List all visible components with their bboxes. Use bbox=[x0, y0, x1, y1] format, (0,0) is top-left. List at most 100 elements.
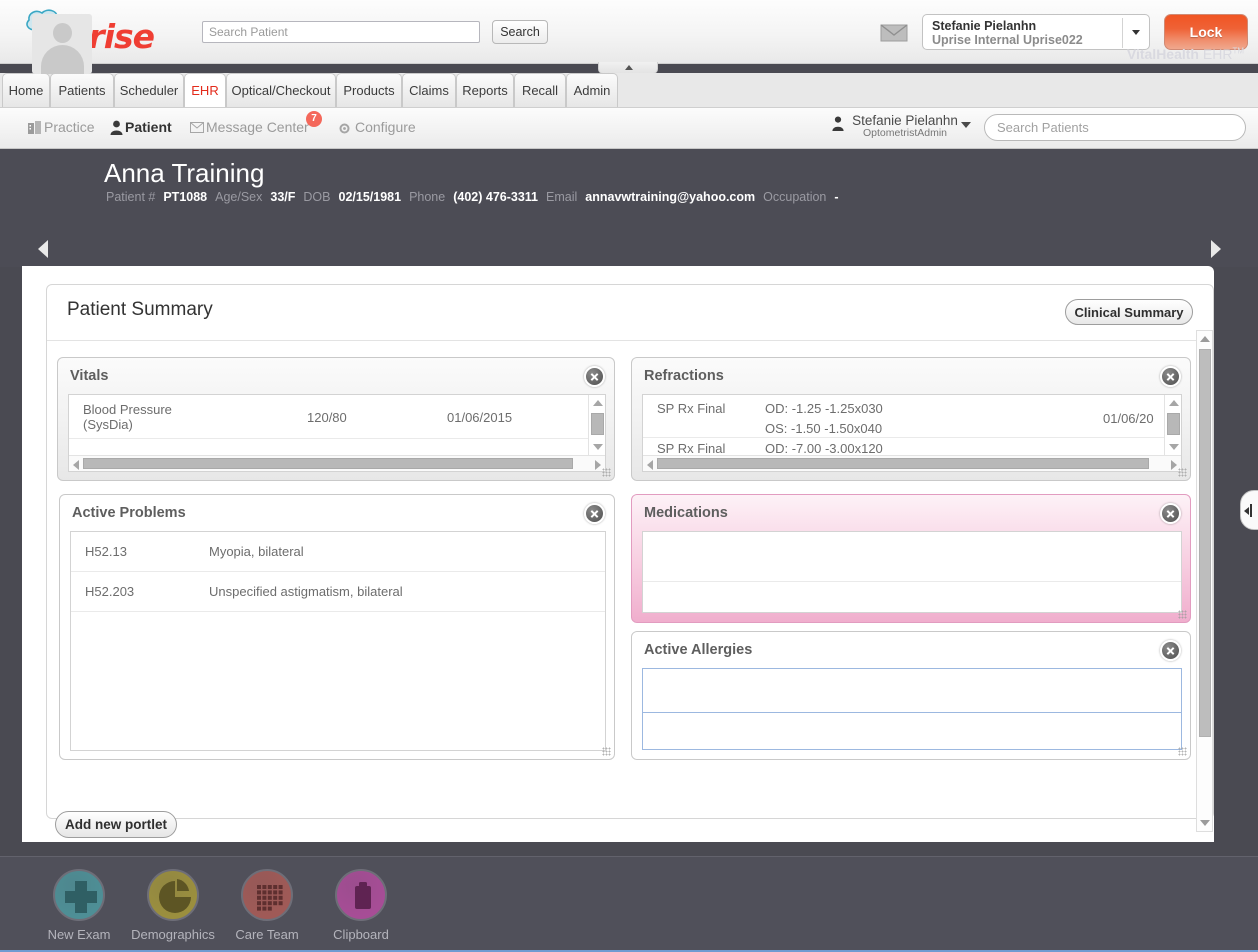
main-nav-tab-home[interactable]: Home bbox=[2, 73, 50, 107]
arrow-right-icon[interactable] bbox=[1211, 240, 1221, 258]
main-nav-tab-recall[interactable]: Recall bbox=[514, 73, 566, 107]
avatar-head bbox=[53, 23, 72, 43]
resize-handle[interactable] bbox=[1178, 610, 1187, 619]
patient-field-label: Age/Sex bbox=[215, 190, 262, 204]
resize-handle[interactable] bbox=[602, 747, 611, 756]
vitalhealth-branding: VitalHealth EHRTM bbox=[1127, 46, 1244, 62]
scroll-up-icon[interactable] bbox=[593, 400, 603, 406]
clinical-summary-button[interactable]: Clinical Summary bbox=[1065, 299, 1193, 325]
current-user-role: OptometristAdmin bbox=[830, 127, 980, 139]
panel-vertical-scrollbar[interactable] bbox=[1196, 330, 1213, 832]
scroll-left-icon[interactable] bbox=[647, 460, 653, 470]
close-icon[interactable] bbox=[1160, 503, 1181, 524]
collapse-bar bbox=[1250, 504, 1252, 517]
footer-toolbar: New ExamDemographicsCare TeamClipboard bbox=[0, 856, 1258, 952]
portlet-title: Medications bbox=[644, 505, 728, 521]
arrow-left-icon[interactable] bbox=[38, 240, 48, 258]
close-icon[interactable] bbox=[1160, 640, 1181, 661]
main-nav-tab-scheduler[interactable]: Scheduler bbox=[114, 73, 184, 107]
trademark-mark: TM bbox=[1232, 46, 1244, 55]
table-row[interactable] bbox=[643, 669, 1181, 713]
problem-code: H52.13 bbox=[85, 544, 127, 559]
scroll-right-icon[interactable] bbox=[1171, 460, 1177, 470]
portlet-body: H52.13 Myopia, bilateral H52.203 Unspeci… bbox=[70, 531, 606, 751]
user-name: Stefanie Pielanhn bbox=[932, 19, 1036, 33]
subnav-item-configure[interactable]: Configure bbox=[355, 119, 416, 135]
main-nav-tab-reports[interactable]: Reports bbox=[456, 73, 514, 107]
refraction-od: OD: -1.25 -1.25x030 bbox=[765, 401, 883, 416]
scroll-thumb[interactable] bbox=[657, 458, 1149, 469]
grid-people-icon bbox=[241, 869, 293, 921]
table-row[interactable]: SP Rx Final OD: -1.25 -1.25x030 OS: -1.5… bbox=[643, 395, 1181, 438]
current-user[interactable]: Stefanie Pielanhn OptometristAdmin bbox=[830, 113, 980, 139]
patient-field-value: 33/F bbox=[270, 190, 295, 204]
gear-icon bbox=[338, 122, 351, 135]
resize-handle[interactable] bbox=[602, 468, 611, 477]
footer-item-label: Clipboard bbox=[306, 927, 416, 942]
portlet-body bbox=[642, 668, 1182, 750]
person-icon bbox=[110, 120, 123, 135]
collapse-left-icon[interactable] bbox=[1240, 490, 1258, 530]
table-row[interactable] bbox=[643, 582, 1181, 612]
portlet-body: Blood Pressure (SysDia) 120/80 01/06/201… bbox=[68, 394, 606, 472]
search-patients-input[interactable] bbox=[984, 114, 1246, 141]
problem-description: Myopia, bilateral bbox=[209, 544, 304, 559]
subnav-item-patient[interactable]: Patient bbox=[125, 119, 172, 135]
scroll-up-icon[interactable] bbox=[1169, 400, 1179, 406]
table-row[interactable]: H52.203 Unspecified astigmatism, bilater… bbox=[71, 572, 605, 612]
patient-field-value: annavwtraining@yahoo.com bbox=[585, 190, 755, 204]
close-icon[interactable] bbox=[584, 503, 605, 524]
close-icon[interactable] bbox=[1160, 366, 1181, 387]
portlet-title: Active Problems bbox=[72, 505, 186, 521]
table-row[interactable] bbox=[643, 713, 1181, 749]
main-nav-tab-admin[interactable]: Admin bbox=[566, 73, 618, 107]
user-account-select[interactable]: Stefanie Pielanhn Uprise Internal Uprise… bbox=[922, 14, 1150, 50]
table-row[interactable]: Blood Pressure (SysDia) 120/80 01/06/201… bbox=[69, 395, 605, 439]
patient-field-value: 02/15/1981 bbox=[339, 190, 402, 204]
scroll-thumb[interactable] bbox=[1199, 349, 1211, 737]
horizontal-scrollbar[interactable] bbox=[69, 455, 605, 471]
footer-item-clipboard[interactable]: Clipboard bbox=[306, 869, 416, 942]
close-icon[interactable] bbox=[584, 366, 605, 387]
portlet-active-problems: Active Problems H52.13 Myopia, bilateral… bbox=[59, 494, 615, 760]
chevron-down-icon[interactable] bbox=[961, 122, 971, 128]
scroll-down-icon[interactable] bbox=[593, 444, 603, 450]
arrow-left-icon bbox=[1244, 507, 1249, 515]
clipboard-icon bbox=[335, 869, 387, 921]
main-nav-tab-optical-checkout[interactable]: Optical/Checkout bbox=[226, 73, 336, 107]
main-nav: HomePatientsSchedulerEHROptical/Checkout… bbox=[0, 73, 1258, 108]
scroll-thumb[interactable] bbox=[1167, 413, 1180, 435]
horizontal-scrollbar[interactable] bbox=[643, 455, 1181, 471]
scroll-left-icon[interactable] bbox=[73, 460, 79, 470]
scroll-up-icon[interactable] bbox=[1200, 336, 1210, 342]
chevron-up-icon bbox=[625, 65, 633, 70]
scroll-down-icon[interactable] bbox=[1200, 820, 1210, 826]
lock-button[interactable]: Lock bbox=[1164, 14, 1248, 50]
patient-field-value: - bbox=[834, 190, 838, 204]
subnav-item-message-center[interactable]: Message Center bbox=[206, 119, 309, 135]
current-user-name: Stefanie Pielanhn bbox=[830, 113, 980, 128]
main-nav-tab-ehr[interactable]: EHR bbox=[184, 73, 226, 107]
scroll-down-icon[interactable] bbox=[1169, 444, 1179, 450]
add-new-portlet-button[interactable]: Add new portlet bbox=[55, 811, 177, 838]
envelope-icon[interactable] bbox=[880, 24, 908, 42]
vertical-scrollbar[interactable] bbox=[1164, 395, 1181, 455]
main-nav-tab-patients[interactable]: Patients bbox=[50, 73, 114, 107]
search-patient-input[interactable] bbox=[202, 21, 480, 43]
subnav-item-practice[interactable]: Practice bbox=[44, 119, 95, 135]
page-title: Anna Training bbox=[104, 158, 264, 189]
search-button[interactable]: Search bbox=[492, 20, 548, 44]
table-row[interactable]: H52.13 Myopia, bilateral bbox=[71, 532, 605, 572]
scroll-right-icon[interactable] bbox=[595, 460, 601, 470]
scroll-thumb[interactable] bbox=[83, 458, 573, 469]
main-nav-tab-claims[interactable]: Claims bbox=[402, 73, 456, 107]
main-nav-tab-products[interactable]: Products bbox=[336, 73, 402, 107]
table-row[interactable] bbox=[643, 532, 1181, 582]
resize-handle[interactable] bbox=[1178, 747, 1187, 756]
patient-field-label: Occupation bbox=[763, 190, 826, 204]
chevron-down-icon[interactable] bbox=[1132, 30, 1140, 35]
scroll-thumb[interactable] bbox=[591, 413, 604, 435]
portlet-title: Vitals bbox=[70, 368, 108, 384]
vertical-scrollbar[interactable] bbox=[588, 395, 605, 455]
resize-handle[interactable] bbox=[1178, 468, 1187, 477]
